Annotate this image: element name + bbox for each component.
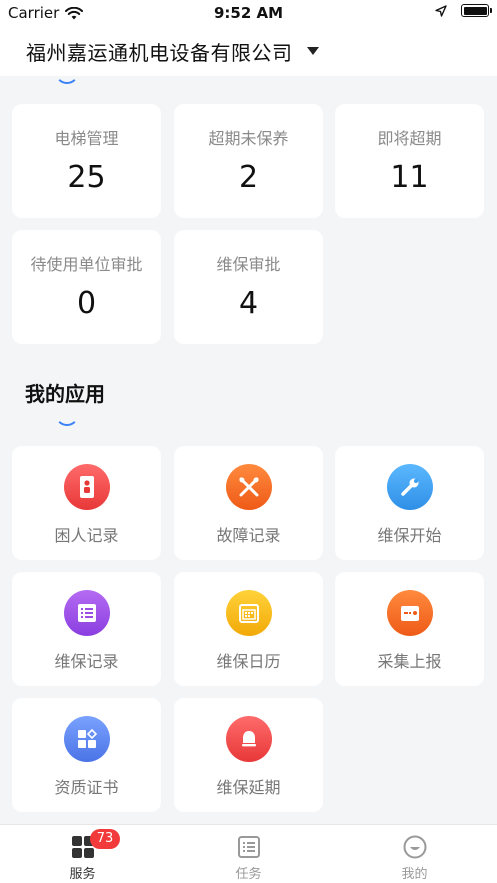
app-label: 维保开始 [377,526,442,545]
stat-label: 维保审批 [216,255,281,274]
loading-arc-icon [55,402,79,426]
stat-value: 0 [76,286,97,321]
app-fault-records[interactable]: 故障记录 [174,446,323,560]
person-trapped-icon [63,464,110,510]
stat-card-overdue[interactable]: 超期未保养 2 [174,104,323,218]
app-maintenance-calendar[interactable]: 维保日历 [174,572,323,686]
stat-label: 待使用单位审批 [30,255,143,274]
app-maintenance-records[interactable]: 维保记录 [12,572,161,686]
stat-value: 11 [390,160,429,195]
tools-icon [225,464,272,510]
tab-tasks[interactable]: 任务 [166,825,331,883]
app-trapped-records[interactable]: 困人记录 [12,446,161,560]
app-maintenance-start[interactable]: 维保开始 [335,446,484,560]
notification-badge: 73 [90,829,120,849]
bell-icon [225,716,272,762]
calendar-icon [225,590,272,636]
app-label: 维保延期 [216,778,281,797]
battery-icon [461,4,492,17]
app-label: 维保记录 [54,652,119,671]
app-label: 困人记录 [54,526,119,545]
stat-value: 2 [238,160,259,195]
stat-card-maintenance-approval[interactable]: 维保审批 4 [174,230,323,344]
certificate-icon [63,716,110,762]
stat-card-due-soon[interactable]: 即将超期 11 [335,104,484,218]
stat-value: 4 [238,286,259,321]
app-label: 故障记录 [216,526,281,545]
status-time: 9:52 AM [213,4,284,22]
app-qualification-certificate[interactable]: 资质证书 [12,698,161,812]
app-collect-report[interactable]: 采集上报 [335,572,484,686]
caret-down-icon[interactable] [306,47,319,55]
tab-bar: 73 服务 任务 我的 [0,824,497,883]
profile-icon [403,835,426,859]
loading-arc-icon [55,60,79,84]
stat-card-pending-approval[interactable]: 待使用单位审批 0 [12,230,161,344]
stat-label: 超期未保养 [208,129,289,148]
stat-value: 25 [67,160,106,195]
app-label: 资质证书 [54,778,119,797]
wrench-icon [386,464,433,510]
stat-card-elevators[interactable]: 电梯管理 25 [12,104,161,218]
tab-label: 我的 [401,867,428,882]
app-maintenance-extension[interactable]: 维保延期 [174,698,323,812]
tab-services[interactable]: 73 服务 [0,825,165,883]
app-label: 维保日历 [216,652,281,671]
stat-label: 即将超期 [377,129,442,148]
status-bar: Carrier 9:52 AM [0,0,497,26]
task-list-icon [237,836,260,858]
tab-label: 任务 [235,867,262,882]
location-arrow-icon [435,4,447,17]
list-icon [63,590,110,636]
tab-mine[interactable]: 我的 [332,825,497,883]
upload-icon [386,590,433,636]
status-right [435,4,492,17]
tab-label: 服务 [69,867,96,882]
app-label: 采集上报 [377,652,442,671]
stat-label: 电梯管理 [54,129,119,148]
